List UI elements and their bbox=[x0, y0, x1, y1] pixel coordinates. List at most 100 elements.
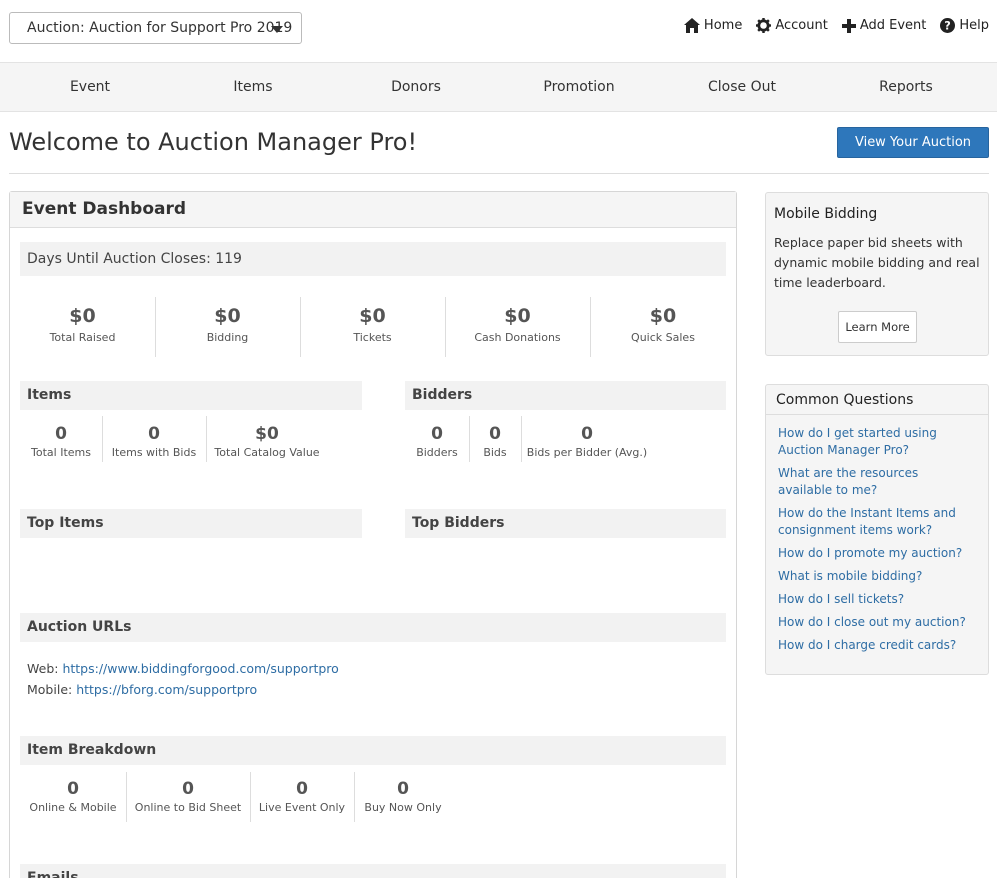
common-questions-list: How do I get started using Auction Manag… bbox=[766, 415, 988, 654]
nav-close-out[interactable]: Close Out bbox=[682, 63, 802, 111]
question-link[interactable]: How do I promote my auction? bbox=[778, 545, 976, 562]
nav-reports[interactable]: Reports bbox=[846, 63, 966, 111]
web-url-link[interactable]: https://www.biddingforgood.com/supportpr… bbox=[62, 661, 338, 676]
stat-value: $0 bbox=[255, 424, 279, 444]
stat-value: 0 bbox=[182, 779, 194, 799]
web-url-row: Web: https://www.biddingforgood.com/supp… bbox=[27, 658, 339, 679]
stat-items-with-bids: 0 Items with Bids bbox=[102, 424, 206, 459]
stat-label: Items with Bids bbox=[111, 446, 197, 459]
stat-value: 0 bbox=[296, 779, 308, 799]
dashboard-title: Event Dashboard bbox=[10, 192, 736, 228]
stat-value: 0 bbox=[55, 424, 67, 444]
account-link[interactable]: Account bbox=[756, 18, 828, 33]
divider bbox=[9, 173, 989, 174]
nav-promotion[interactable]: Promotion bbox=[519, 63, 639, 111]
question-link[interactable]: How do I close out my auction? bbox=[778, 614, 976, 631]
stat-bidding: $0 Bidding bbox=[155, 305, 300, 344]
top-bidders-header: Top Bidders bbox=[405, 509, 726, 538]
question-link[interactable]: How do I get started using Auction Manag… bbox=[778, 425, 976, 459]
account-label: Account bbox=[775, 18, 828, 33]
mobile-bidding-text: Replace paper bid sheets with dynamic mo… bbox=[774, 235, 980, 290]
stat-value: $0 bbox=[649, 305, 677, 327]
items-header: Items bbox=[20, 381, 362, 410]
stat-label: Total Raised bbox=[49, 331, 116, 344]
auction-urls-header: Auction URLs bbox=[20, 613, 726, 642]
question-link[interactable]: What is mobile bidding? bbox=[778, 568, 976, 585]
view-auction-button[interactable]: View Your Auction bbox=[837, 127, 989, 158]
home-label: Home bbox=[703, 18, 743, 33]
stat-live-event-only: 0 Live Event Only bbox=[250, 779, 354, 814]
caret-down-icon bbox=[271, 26, 283, 33]
mobile-url-link[interactable]: https://bforg.com/supportpro bbox=[76, 682, 257, 697]
stat-value: $0 bbox=[214, 305, 241, 327]
gear-icon bbox=[756, 18, 772, 33]
plus-icon bbox=[841, 18, 856, 33]
event-dashboard-panel: Event Dashboard Days Until Auction Close… bbox=[9, 191, 737, 878]
stat-bidders: 0 Bidders bbox=[405, 424, 469, 459]
bidders-header: Bidders bbox=[405, 381, 726, 410]
stat-label: Cash Donations bbox=[474, 331, 561, 344]
nav-event[interactable]: Event bbox=[30, 63, 150, 111]
stat-value: $0 bbox=[504, 305, 531, 327]
stat-value: $0 bbox=[359, 305, 386, 327]
stat-label: Online to Bid Sheet bbox=[134, 801, 242, 814]
stat-buy-now-only: 0 Buy Now Only bbox=[354, 779, 452, 814]
stat-catalog-value: $0 Total Catalog Value bbox=[206, 424, 328, 459]
stat-online-to-bid-sheet: 0 Online to Bid Sheet bbox=[126, 779, 250, 814]
question-link[interactable]: How do the Instant Items and consignment… bbox=[778, 505, 976, 539]
stat-tickets: $0 Tickets bbox=[300, 305, 445, 344]
top-items-header: Top Items bbox=[20, 509, 362, 538]
stat-total-items: 0 Total Items bbox=[20, 424, 102, 459]
stat-cash-donations: $0 Cash Donations bbox=[445, 305, 590, 344]
stat-value: 0 bbox=[581, 424, 593, 444]
stat-total-raised: $0 Total Raised bbox=[10, 305, 155, 344]
top-links: Home Account Add Event ? Help bbox=[670, 18, 989, 33]
top-bar: Auction: Auction for Support Pro 2019 Ho… bbox=[0, 0, 997, 62]
stat-online-mobile: 0 Online & Mobile bbox=[20, 779, 126, 814]
page-title: Welcome to Auction Manager Pro! bbox=[9, 128, 418, 156]
mobile-url-label: Mobile: bbox=[27, 682, 73, 697]
stat-value: 0 bbox=[489, 424, 501, 444]
stat-label: Total Items bbox=[31, 446, 91, 459]
stat-label: Quick Sales bbox=[631, 331, 695, 344]
question-link[interactable]: What are the resources available to me? bbox=[778, 465, 976, 499]
stat-value: 0 bbox=[431, 424, 443, 444]
emails-header: Emails bbox=[20, 864, 726, 878]
nav-items[interactable]: Items bbox=[193, 63, 313, 111]
stat-value: 0 bbox=[148, 424, 160, 444]
stat-label: Total Catalog Value bbox=[214, 446, 320, 459]
auction-select[interactable]: Auction: Auction for Support Pro 2019 bbox=[9, 12, 302, 44]
mobile-bidding-title: Mobile Bidding bbox=[774, 206, 878, 222]
help-label: Help bbox=[959, 18, 989, 33]
stat-label: Tickets bbox=[353, 331, 392, 344]
home-icon bbox=[683, 18, 700, 33]
stat-label: Bids per Bidder (Avg.) bbox=[526, 446, 648, 459]
stat-bids-per-bidder: 0 Bids per Bidder (Avg.) bbox=[521, 424, 653, 459]
question-link[interactable]: How do I sell tickets? bbox=[778, 591, 976, 608]
stat-quick-sales: $0 Quick Sales bbox=[590, 305, 736, 344]
svg-text:?: ? bbox=[945, 20, 952, 33]
auction-urls: Web: https://www.biddingforgood.com/supp… bbox=[27, 658, 339, 700]
stat-label: Online & Mobile bbox=[29, 801, 117, 814]
add-event-link[interactable]: Add Event bbox=[841, 18, 927, 33]
stat-label: Bidders bbox=[416, 446, 458, 459]
question-link[interactable]: How do I charge credit cards? bbox=[778, 637, 976, 654]
common-questions-panel: Common Questions How do I get started us… bbox=[765, 384, 989, 675]
stat-value: $0 bbox=[69, 305, 96, 327]
stat-label: Bidding bbox=[206, 331, 249, 344]
days-until-close: Days Until Auction Closes: 119 bbox=[20, 242, 726, 276]
stat-label: Live Event Only bbox=[258, 801, 346, 814]
learn-more-button[interactable]: Learn More bbox=[838, 311, 917, 343]
stat-value: 0 bbox=[67, 779, 79, 799]
stat-label: Buy Now Only bbox=[364, 801, 442, 814]
nav-donors[interactable]: Donors bbox=[356, 63, 476, 111]
help-link[interactable]: ? Help bbox=[940, 18, 989, 33]
mobile-url-row: Mobile: https://bforg.com/supportpro bbox=[27, 679, 339, 700]
add-event-label: Add Event bbox=[859, 18, 927, 33]
web-url-label: Web: bbox=[27, 661, 59, 676]
item-breakdown-header: Item Breakdown bbox=[20, 736, 726, 765]
auction-select-label: Auction: Auction for Support Pro 2019 bbox=[27, 20, 293, 36]
home-link[interactable]: Home bbox=[683, 18, 743, 33]
stat-label: Bids bbox=[483, 446, 507, 459]
stat-bids: 0 Bids bbox=[469, 424, 521, 459]
